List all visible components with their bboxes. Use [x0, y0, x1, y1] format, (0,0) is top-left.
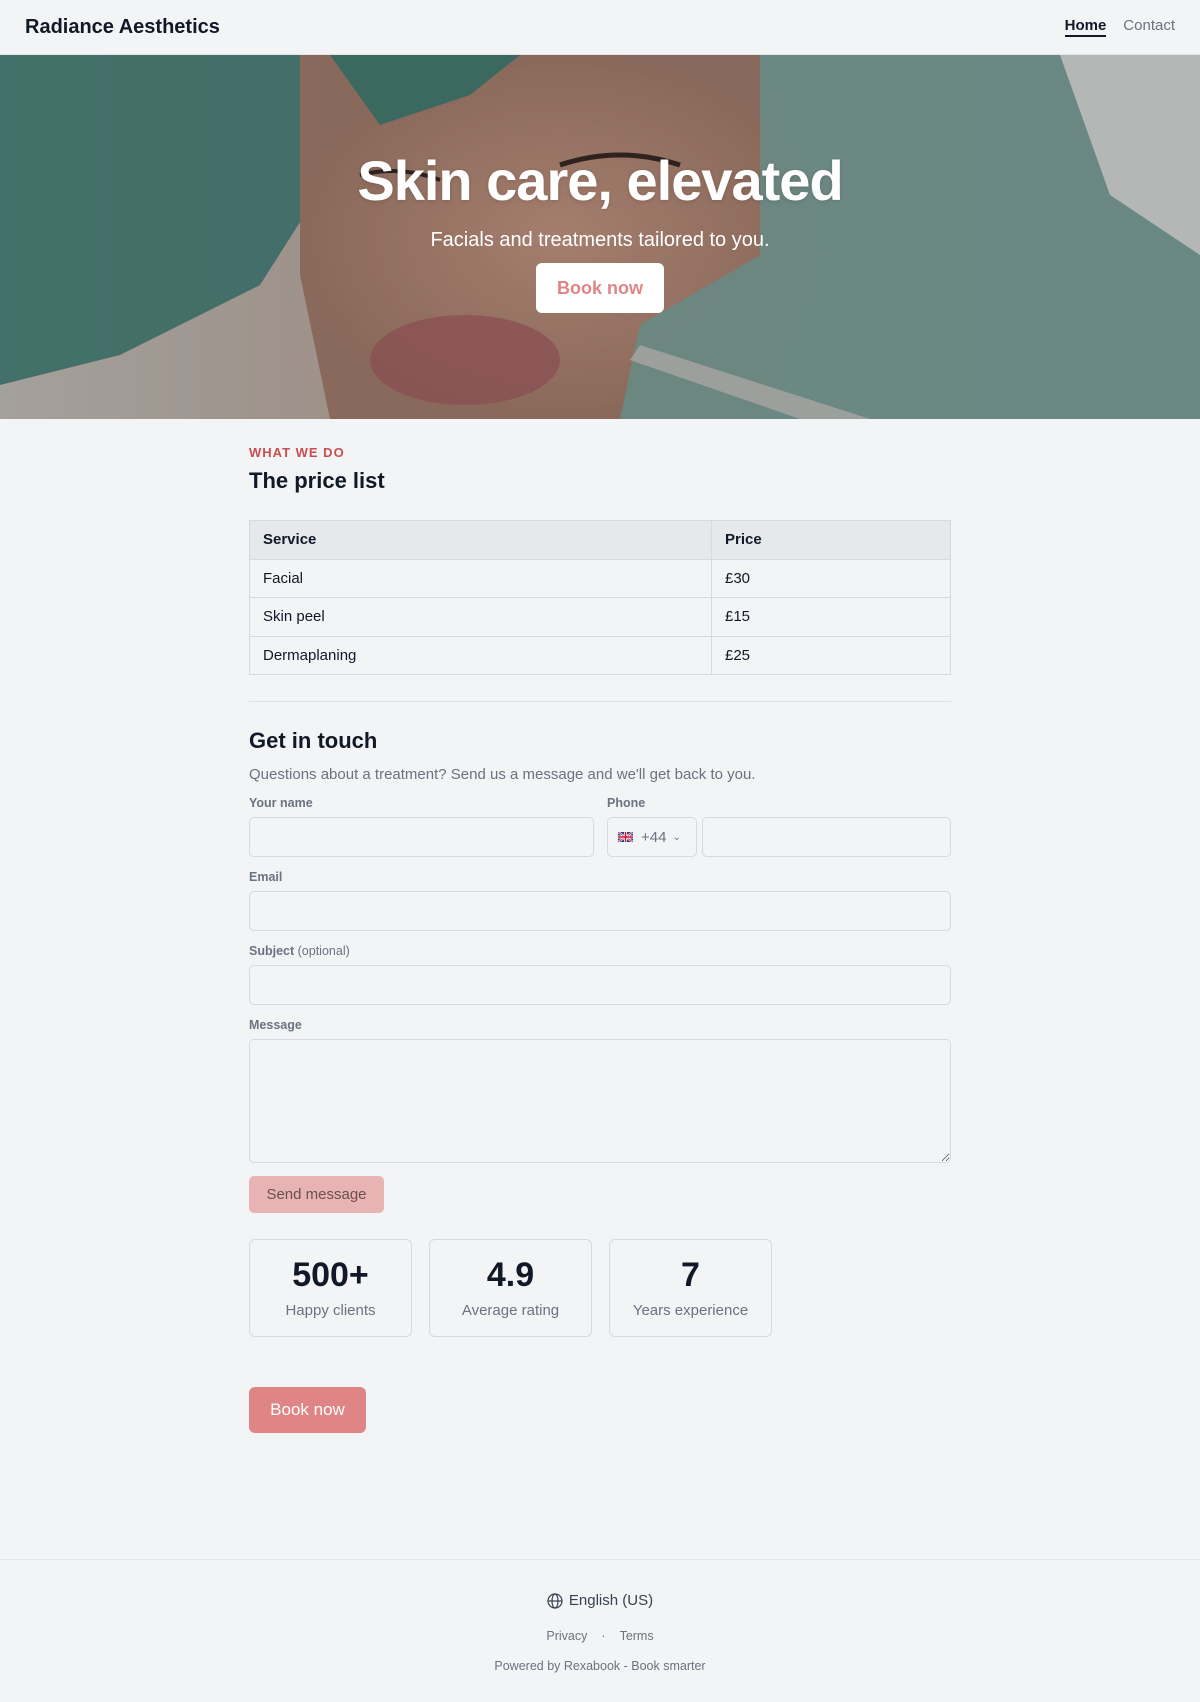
stat-value: 4.9: [486, 1255, 535, 1294]
stat-card: 4.9 Average rating: [429, 1239, 592, 1338]
column-header-price: Price: [711, 520, 951, 560]
hero-book-now-button[interactable]: Book now: [536, 263, 664, 313]
price-cell: £25: [711, 635, 951, 676]
uk-flag-icon: [618, 832, 633, 843]
powered-by-text: Powered by Rexabook - Book smarter: [494, 1659, 706, 1673]
subject-optional-hint: (optional): [297, 944, 350, 959]
email-label: Email: [249, 870, 283, 885]
hero-banner: Skin care, elevated Facials and treatmen…: [0, 55, 1200, 419]
stat-card: 7 Years experience: [609, 1239, 772, 1338]
service-cell: Facial: [249, 558, 712, 599]
table-row: Skin peel £15: [249, 597, 951, 637]
email-input[interactable]: [249, 891, 951, 932]
contact-subtitle: Questions about a treatment? Send us a m…: [249, 766, 756, 784]
phone-input[interactable]: [701, 817, 951, 858]
language-label: English (US): [568, 1592, 654, 1609]
subject-label: Subject (optional): [249, 944, 951, 958]
contact-title: Get in touch: [249, 728, 378, 754]
name-label: Your name: [249, 796, 313, 811]
table-row: Dermaplaning £25: [249, 635, 951, 676]
subject-label-text: Subject: [249, 944, 295, 959]
hero-content: Skin care, elevated Facials and treatmen…: [0, 55, 1200, 419]
email-field-group: Email: [249, 870, 951, 932]
stat-label: Years experience: [632, 1301, 749, 1319]
stats-row: 500+ Happy clients 4.9 Average rating 7 …: [249, 1239, 951, 1338]
footer-separator: ·: [601, 1629, 606, 1643]
stat-value: 7: [681, 1255, 700, 1294]
contact-form: Your name Phone +44 ⌄ Email Subject (opt…: [249, 796, 951, 1214]
phone-input-group: +44 ⌄: [607, 817, 951, 858]
price-list-title: The price list: [249, 468, 385, 493]
country-code: +44: [641, 828, 667, 846]
phone-field-group: Phone +44 ⌄: [607, 796, 951, 858]
hero-title: Skin care, elevated: [357, 149, 843, 212]
subject-input[interactable]: [249, 965, 951, 1006]
phone-label: Phone: [607, 796, 646, 811]
stat-label: Happy clients: [285, 1301, 376, 1319]
terms-link[interactable]: Terms: [620, 1629, 654, 1643]
book-now-button[interactable]: Book now: [249, 1387, 366, 1434]
hero-subtitle: Facials and treatments tailored to you.: [430, 229, 770, 251]
name-phone-row: Your name Phone +44 ⌄: [249, 796, 951, 858]
nav-home-link[interactable]: Home: [1064, 17, 1107, 37]
stat-value: 500+: [292, 1255, 369, 1294]
footer-links: Privacy · Terms: [546, 1629, 653, 1643]
privacy-link[interactable]: Privacy: [546, 1629, 587, 1643]
column-header-service: Service: [249, 520, 712, 560]
chevron-down-icon: ⌄: [672, 831, 681, 843]
send-message-button[interactable]: Send message: [249, 1176, 384, 1214]
price-cell: £15: [711, 597, 951, 637]
site-footer: English (US) Privacy · Terms Powered by …: [0, 1559, 1200, 1702]
nav-contact-link[interactable]: Contact: [1123, 17, 1175, 37]
name-field-group: Your name: [249, 796, 594, 858]
stat-label: Average rating: [461, 1301, 560, 1319]
main-nav: Home Contact: [1064, 17, 1175, 37]
message-label: Message: [249, 1018, 302, 1033]
main-content: WHAT WE DO The price list Service Price …: [249, 445, 951, 1434]
site-header: Radiance Aesthetics Home Contact: [0, 0, 1200, 55]
message-textarea[interactable]: [249, 1039, 951, 1164]
subject-field-group: Subject (optional): [249, 944, 951, 1006]
stat-card: 500+ Happy clients: [249, 1239, 412, 1338]
table-header-row: Service Price: [249, 520, 951, 560]
name-input[interactable]: [249, 817, 594, 858]
price-cell: £30: [711, 558, 951, 599]
price-table: Service Price Facial £30 Skin peel £15 D…: [249, 520, 951, 676]
section-divider: [249, 701, 951, 703]
section-eyebrow: WHAT WE DO: [249, 445, 345, 460]
table-row: Facial £30: [249, 558, 951, 599]
service-cell: Dermaplaning: [249, 635, 712, 676]
message-field-group: Message: [249, 1018, 951, 1164]
globe-icon: [547, 1592, 563, 1609]
country-code-select[interactable]: +44 ⌄: [607, 817, 697, 858]
language-selector[interactable]: English (US): [547, 1592, 653, 1609]
brand-name[interactable]: Radiance Aesthetics: [25, 16, 220, 39]
service-cell: Skin peel: [249, 597, 712, 637]
